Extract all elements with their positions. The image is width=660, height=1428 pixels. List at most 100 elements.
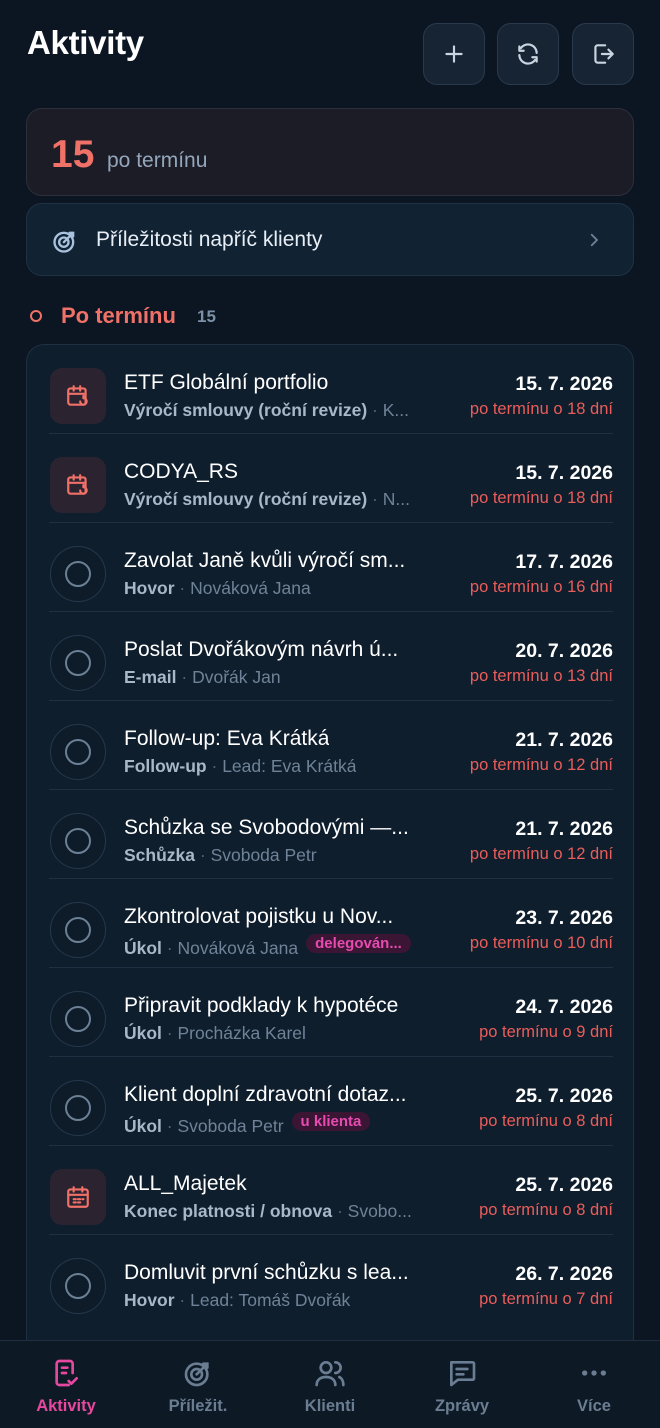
item-due-date: 25. 7. 2026	[515, 1085, 613, 1107]
list-item[interactable]: Poslat Dvořákovým návrh ú... E-mail · Dvo…	[49, 612, 613, 701]
tab-label: Více	[577, 1397, 611, 1415]
tab-activities[interactable]: Aktivity	[0, 1341, 132, 1428]
tab-users[interactable]: Klienti	[264, 1341, 396, 1428]
list-item[interactable]: Domluvit první schůzku s lea... Hovor · L…	[49, 1235, 613, 1324]
item-client: Nováková Jana	[190, 578, 311, 598]
item-title: Domluvit první schůzku s lea...	[124, 1261, 409, 1284]
list-item[interactable]: Zkontrolovat pojistku u Nov... Úkol · Nov…	[49, 879, 613, 968]
tab-target[interactable]: Příležit.	[132, 1341, 264, 1428]
logout-button[interactable]	[572, 23, 634, 85]
circle-icon	[65, 650, 91, 676]
opportunities-label: Příležitosti napříč klienty	[96, 228, 323, 251]
overdue-count: 15	[51, 133, 95, 176]
section-header-overdue: Po termínu 15	[30, 302, 430, 332]
item-due-date: 15. 7. 2026	[515, 373, 613, 395]
opportunities-link[interactable]: Příležitosti napříč klienty	[26, 203, 634, 276]
header: Aktivity	[0, 0, 660, 100]
item-overdue-text: po termínu o 18 dní	[469, 400, 613, 418]
section-count: 15	[197, 307, 216, 326]
meta-separator: ·	[332, 1201, 348, 1221]
item-type: Úkol	[124, 1116, 162, 1136]
item-type: Follow-up	[124, 756, 207, 776]
item-title: CODYA_RS	[124, 460, 238, 483]
item-meta: Konec platnosti / obnova · Svobo...	[124, 1201, 412, 1222]
refresh-icon	[518, 43, 538, 65]
item-client: Dvořák Jan	[192, 667, 281, 687]
complete-checkbox[interactable]	[50, 635, 106, 691]
item-overdue-text: po termínu o 10 dní	[469, 934, 613, 952]
item-title: Poslat Dvořákovým návrh ú...	[124, 638, 399, 661]
tab-label: Zprávy	[434, 1397, 490, 1415]
meta-separator: ·	[174, 578, 191, 598]
item-overdue-text: po termínu o 7 dní	[479, 1290, 613, 1308]
item-meta: Hovor · Nováková Jana	[124, 578, 311, 599]
add-button[interactable]	[423, 23, 485, 85]
item-overdue-text: po termínu o 8 dní	[479, 1201, 613, 1219]
tab-messages[interactable]: Zprávy	[396, 1341, 528, 1428]
plus-icon	[445, 45, 463, 63]
section-dot-icon	[30, 310, 42, 322]
messages-icon	[450, 1361, 476, 1387]
item-due-date: 21. 7. 2026	[515, 818, 613, 840]
target-icon	[184, 1362, 209, 1387]
item-meta: Výročí smlouvy (roční revize) · N...	[124, 489, 410, 510]
item-meta: Úkol · Nováková Jana delegován...	[124, 934, 411, 959]
complete-checkbox[interactable]	[50, 991, 106, 1047]
item-client: Nováková Jana	[177, 938, 299, 958]
list-item[interactable]: ETF Globální portfolio Výročí smlouvy (ro…	[49, 345, 613, 434]
circle-icon	[65, 561, 91, 587]
item-meta: Hovor · Lead: Tomáš Dvořák	[124, 1290, 350, 1311]
circle-icon	[65, 828, 91, 854]
item-meta: Schůzka · Svoboda Petr	[124, 845, 317, 866]
logout-icon	[594, 44, 614, 64]
item-type: E-mail	[124, 667, 177, 687]
activities-icon	[55, 1359, 78, 1387]
tab-more[interactable]: Více	[528, 1341, 660, 1428]
list-item[interactable]: Zavolat Janě kvůli výročí sm... Hovor · N…	[49, 523, 613, 612]
list-item[interactable]: Klient doplní zdravotní dotaz... Úkol · S…	[49, 1057, 613, 1146]
item-client: Procházka Karel	[177, 1023, 306, 1043]
list-item[interactable]: Připravit podklady k hypotéce Úkol · Proc…	[49, 968, 613, 1057]
meta-separator: ·	[174, 1290, 191, 1310]
circle-icon	[65, 1273, 91, 1299]
meta-separator: ·	[176, 667, 193, 687]
overdue-summary-card[interactable]: 15 po termínu	[26, 108, 634, 196]
complete-checkbox[interactable]	[50, 724, 106, 780]
item-client: Svoboda Petr	[210, 845, 317, 865]
circle-icon	[65, 1006, 91, 1032]
item-due-date: 15. 7. 2026	[515, 462, 613, 484]
complete-checkbox[interactable]	[50, 1258, 106, 1314]
item-meta: Výročí smlouvy (roční revize) · K...	[124, 400, 409, 421]
list-item[interactable]: CODYA_RS Výročí smlouvy (roční revize) · …	[49, 434, 613, 523]
item-due-date: 23. 7. 2026	[515, 907, 613, 929]
meta-separator: ·	[161, 938, 178, 958]
list-item[interactable]: Follow-up: Eva Krátká Follow-up · Lead: E…	[49, 701, 613, 790]
item-overdue-text: po termínu o 12 dní	[469, 845, 613, 863]
meta-separator: ·	[367, 489, 383, 509]
item-client: K...	[382, 400, 409, 420]
more-icon	[582, 1370, 606, 1376]
item-meta: E-mail · Dvořák Jan	[124, 667, 281, 688]
tab-label: Příležit.	[168, 1397, 228, 1415]
item-meta: Úkol · Procházka Karel	[124, 1023, 306, 1044]
calendar-refresh-icon	[50, 457, 106, 513]
item-type: Úkol	[124, 1023, 162, 1043]
list-item[interactable]: ALL_Majetek Konec platnosti / obnova · Sv…	[49, 1146, 613, 1235]
complete-checkbox[interactable]	[50, 546, 106, 602]
item-type: Hovor	[124, 578, 175, 598]
list-item[interactable]: Schůzka se Svobodovými —... Schůzka · Svo…	[49, 790, 613, 879]
meta-separator: ·	[161, 1023, 178, 1043]
meta-separator: ·	[161, 1116, 178, 1136]
circle-icon	[65, 739, 91, 765]
complete-checkbox[interactable]	[50, 1080, 106, 1136]
item-title: Follow-up: Eva Krátká	[124, 727, 330, 750]
complete-checkbox[interactable]	[50, 902, 106, 958]
item-client: Lead: Tomáš Dvořák	[190, 1290, 351, 1310]
complete-checkbox[interactable]	[50, 813, 106, 869]
item-overdue-text: po termínu o 18 dní	[469, 489, 613, 507]
item-type: Úkol	[124, 938, 162, 958]
refresh-button[interactable]	[497, 23, 559, 85]
item-overdue-text: po termínu o 12 dní	[469, 756, 613, 774]
item-type: Hovor	[124, 1290, 175, 1310]
item-title: Zkontrolovat pojistku u Nov...	[124, 905, 394, 928]
